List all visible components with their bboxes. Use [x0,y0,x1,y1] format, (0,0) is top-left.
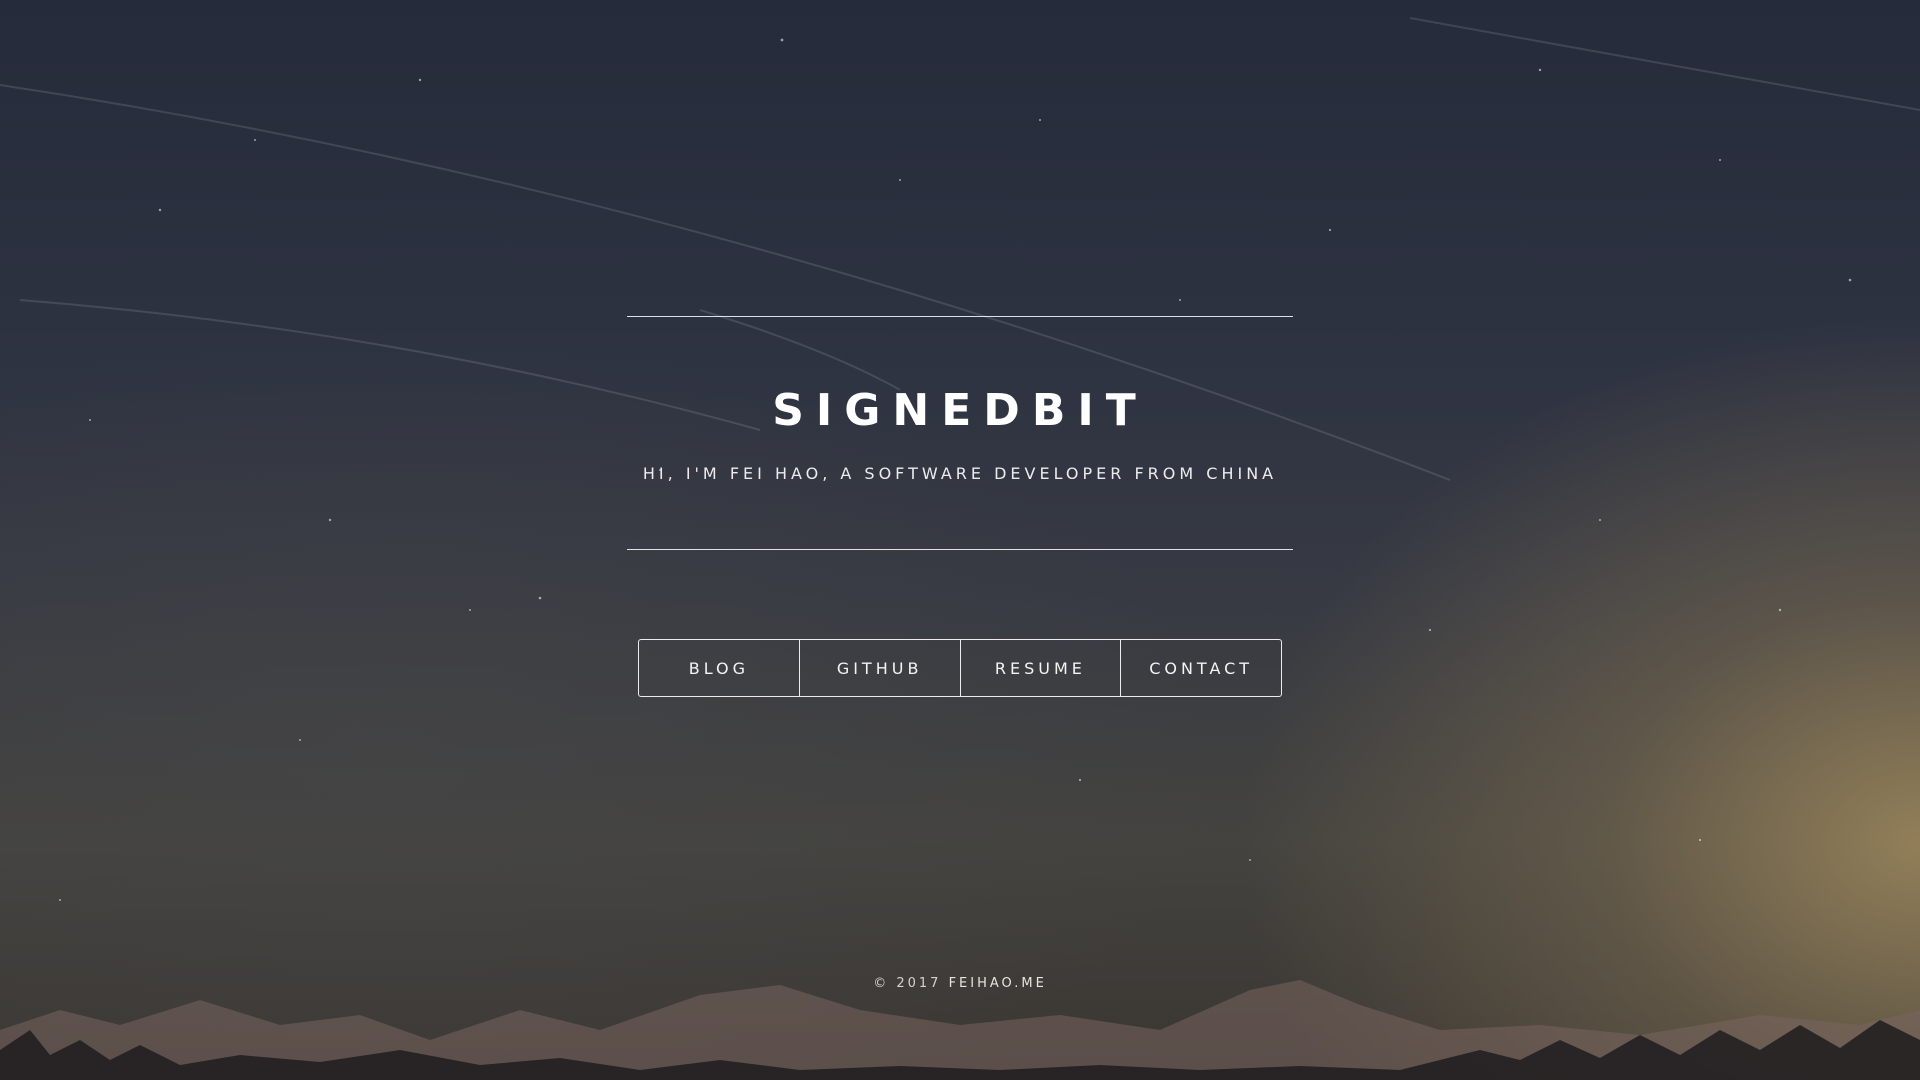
site-subtitle: HI, I'M FEI HAO, A SOFTWARE DEVELOPER FR… [642,464,1278,483]
nav-github-button[interactable]: GITHUB [798,640,960,696]
site-title: SIGNEDBIT [772,385,1148,436]
nav-blog-button[interactable]: BLOG [639,640,799,696]
main-nav: BLOG GITHUB RESUME CONTACT [638,639,1282,697]
nav-resume-button[interactable]: RESUME [959,640,1121,696]
bottom-divider [627,549,1293,550]
footer: © 2017 FEIHAO.ME [0,976,1920,991]
hero-section: SIGNEDBIT HI, I'M FEI HAO, A SOFTWARE DE… [627,316,1293,550]
copyright-text: © 2017 [873,976,942,991]
nav-contact-button[interactable]: CONTACT [1120,640,1281,696]
footer-site-link[interactable]: FEIHAO.ME [949,976,1047,991]
